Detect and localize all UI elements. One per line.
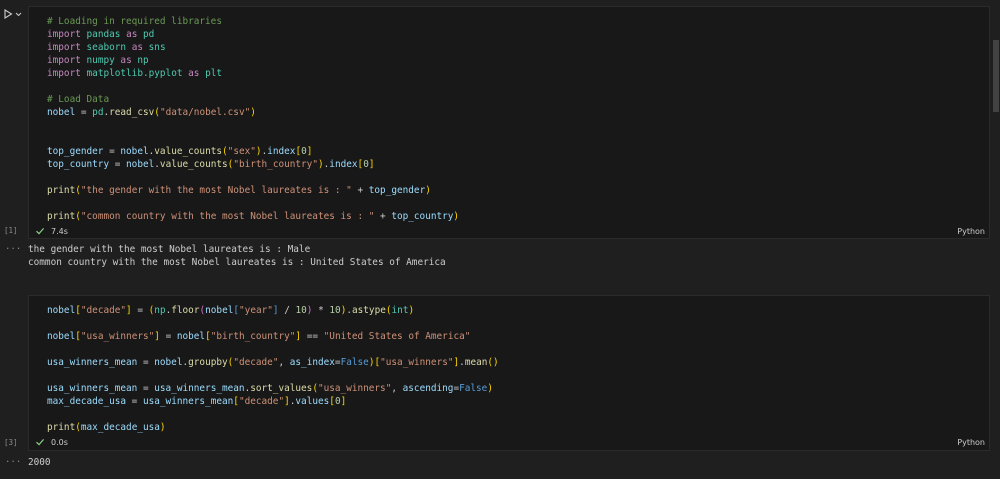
check-icon (36, 439, 45, 446)
code-line: max_decade_usa = usa_winners_mean["decad… (47, 396, 347, 407)
code-line: nobel["decade"] = (np.floor(nobel["year"… (47, 305, 415, 316)
code-line: print("the gender with the most Nobel la… (47, 185, 431, 196)
code-line: import seaborn as sns (47, 42, 166, 53)
language-label[interactable]: Python (957, 438, 985, 447)
cell-output-1: the gender with the most Nobel laureates… (28, 243, 446, 276)
output-line: 2000 (28, 457, 51, 468)
code-line: # Load Data (47, 94, 110, 105)
execution-count: [3] (4, 438, 18, 447)
output-line: the gender with the most Nobel laureates… (28, 244, 311, 255)
execution-time: 0.0s (51, 438, 68, 447)
scrollbar-thumb[interactable] (993, 40, 999, 112)
code-line: print(max_decade_usa) (47, 422, 166, 433)
cell-status-bar: 0.0s Python (29, 436, 989, 450)
execution-time: 7.4s (51, 227, 68, 236)
code-editor[interactable]: nobel["decade"] = (np.floor(nobel["year"… (47, 304, 499, 433)
run-cell-button[interactable] (3, 7, 25, 21)
code-line: top_country = nobel.value_counts("birth_… (47, 159, 375, 170)
code-line: import pandas as pd (47, 29, 155, 40)
output-menu-icon[interactable]: ... (5, 455, 21, 465)
code-line: usa_winners_mean = usa_winners_mean.sort… (47, 383, 493, 394)
code-line: print("common country with the most Nobe… (47, 211, 460, 222)
code-line: top_gender = nobel.value_counts("sex").i… (47, 146, 313, 157)
language-label[interactable]: Python (957, 227, 985, 236)
code-line: nobel["usa_winners"] = nobel["birth_coun… (47, 331, 471, 342)
scrollbar[interactable] (992, 0, 1000, 479)
code-cell-1[interactable]: # Loading in required libraries import p… (28, 6, 990, 239)
check-icon (36, 228, 45, 235)
cell-status-bar: 7.4s Python (29, 225, 989, 239)
code-editor[interactable]: # Loading in required libraries import p… (47, 15, 459, 222)
code-line: usa_winners_mean = nobel.groupby("decade… (47, 357, 499, 368)
execution-count: [1] (4, 226, 18, 235)
play-icon (4, 9, 13, 19)
cell-output-2: 2000 (28, 456, 51, 478)
code-line: import matplotlib.pyplot as plt (47, 68, 223, 79)
code-line: # Loading in required libraries (47, 16, 222, 27)
chevron-down-icon[interactable] (15, 11, 22, 18)
output-menu-icon[interactable]: ... (5, 242, 21, 252)
code-cell-2[interactable]: nobel["decade"] = (np.floor(nobel["year"… (28, 295, 990, 451)
code-line: import numpy as np (47, 55, 149, 66)
output-line: common country with the most Nobel laure… (28, 257, 446, 268)
code-line: nobel = pd.read_csv("data/nobel.csv") (47, 107, 256, 118)
